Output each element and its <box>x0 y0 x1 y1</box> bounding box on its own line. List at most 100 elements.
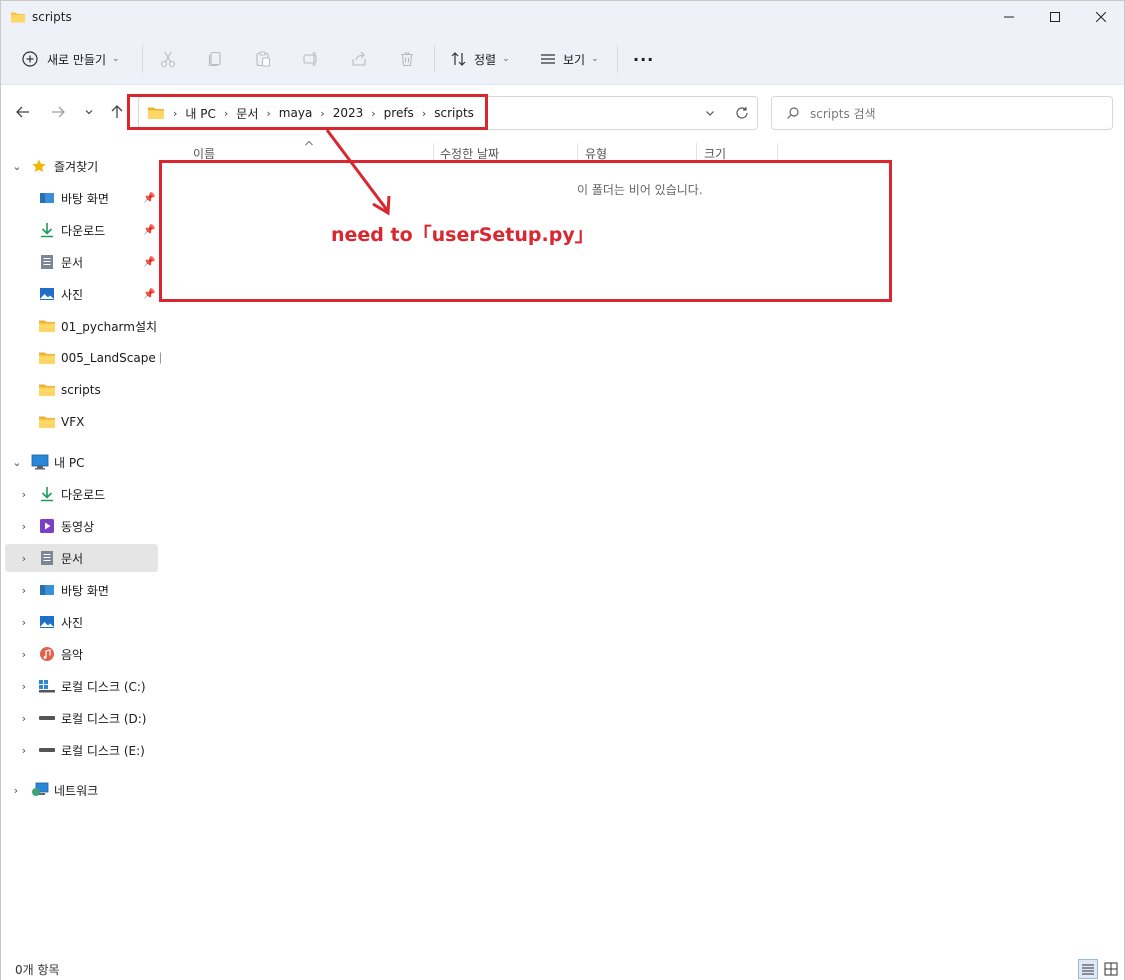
sidebar-item-desktop[interactable]: › 바탕 화면 <box>1 576 161 604</box>
sort-button[interactable]: 정렬 ⌄ <box>450 43 510 75</box>
sidebar-item-drive-d[interactable]: › 로컬 디스크 (D:) <box>1 704 161 732</box>
share-button[interactable] <box>350 43 368 75</box>
chevron-right-icon[interactable]: › <box>18 648 30 661</box>
folder-icon <box>38 349 56 367</box>
maximize-button[interactable] <box>1032 1 1078 33</box>
sidebar-item-folder[interactable]: 005_LandScape [M <box>1 344 161 372</box>
view-button[interactable]: 보기 ⌄ <box>539 43 599 75</box>
up-button[interactable] <box>105 100 129 124</box>
status-bar: 0개 항목 <box>1 957 1124 980</box>
chevron-right-icon[interactable]: › <box>18 488 30 501</box>
chevron-down-icon[interactable]: ⌄ <box>11 456 23 469</box>
refresh-icon[interactable] <box>735 106 749 120</box>
sidebar-item-pictures[interactable]: 사진 📌 <box>1 280 161 308</box>
more-options-button[interactable]: ··· <box>633 43 654 75</box>
sidebar-item-label: 005_LandScape [M <box>61 351 161 365</box>
column-header-label: 수정한 날짜 <box>440 146 500 161</box>
sidebar-item-pictures[interactable]: › 사진 <box>1 608 161 636</box>
chevron-down-icon: ⌄ <box>591 54 599 64</box>
sidebar-item-music[interactable]: › 음악 <box>1 640 161 668</box>
windows-drive-icon <box>38 677 56 695</box>
sidebar-item-documents[interactable]: › 문서 <box>5 544 158 572</box>
sidebar-item-label: 내 PC <box>54 455 85 470</box>
computer-icon <box>31 453 49 471</box>
sidebar-item-quick-access[interactable]: ⌄ 즐겨찾기 <box>1 152 161 180</box>
chevron-right-icon[interactable]: › <box>18 712 30 725</box>
sidebar-item-folder[interactable]: VFX <box>1 408 161 436</box>
sort-ascending-icon <box>305 140 313 146</box>
sidebar-item-label: 사진 <box>61 615 84 630</box>
chevron-right-icon[interactable]: › <box>18 744 30 757</box>
forward-button[interactable] <box>46 100 70 124</box>
chevron-down-icon <box>85 110 93 115</box>
sidebar-item-label: 다운로드 <box>61 487 106 502</box>
recent-locations-button[interactable] <box>77 100 101 124</box>
sidebar-item-label: 바탕 화면 <box>61 191 109 206</box>
sidebar-item-folder[interactable]: scripts <box>1 376 161 404</box>
sidebar-item-label: 음악 <box>61 647 84 662</box>
sidebar-item-label: 01_pycharm설치 ﹕ <box>61 319 161 334</box>
sidebar-item-label: 즐겨찾기 <box>54 159 99 174</box>
folder-icon <box>38 413 56 431</box>
sort-button-label: 정렬 <box>474 52 497 67</box>
sidebar-item-drive-e[interactable]: › 로컬 디스크 (E:) <box>1 736 161 764</box>
picture-icon <box>38 285 56 303</box>
chevron-down-icon[interactable] <box>705 108 715 118</box>
chevron-down-icon[interactable]: ⌄ <box>11 160 23 173</box>
chevron-right-icon[interactable]: › <box>18 552 30 565</box>
sidebar-item-videos[interactable]: › 동영상 <box>1 512 161 540</box>
details-view-button[interactable] <box>1078 959 1098 979</box>
more-icon: ··· <box>633 49 655 69</box>
column-header-label: 이름 <box>193 146 216 161</box>
sidebar-item-drive-c[interactable]: › 로컬 디스크 (C:) <box>1 672 161 700</box>
sidebar-item-label: 동영상 <box>61 519 95 534</box>
close-button[interactable] <box>1078 1 1124 33</box>
desktop-icon <box>38 189 56 207</box>
pin-icon: 📌 <box>143 224 156 236</box>
delete-button[interactable] <box>398 43 416 75</box>
sidebar-item-desktop[interactable]: 바탕 화면 📌 <box>1 184 161 212</box>
sidebar-item-downloads[interactable]: 다운로드 📌 <box>1 216 161 244</box>
share-icon <box>352 51 366 66</box>
sidebar-item-label: 문서 <box>61 255 84 270</box>
back-button[interactable] <box>11 100 35 124</box>
copy-button[interactable] <box>206 43 224 75</box>
sidebar-item-this-pc[interactable]: ⌄ 내 PC <box>1 448 161 476</box>
folder-icon <box>38 381 56 399</box>
folder-icon <box>38 317 56 335</box>
chevron-right-icon[interactable]: › <box>18 616 30 629</box>
paste-button[interactable] <box>254 43 272 75</box>
arrow-right-icon <box>52 106 65 118</box>
arrow-up-icon <box>111 105 123 118</box>
minimize-button[interactable] <box>986 1 1032 33</box>
music-icon <box>38 645 56 663</box>
desktop-icon <box>38 581 56 599</box>
new-button[interactable]: 새로 만들기 ⌄ <box>21 43 120 75</box>
sidebar-item-documents[interactable]: 문서 📌 <box>1 248 161 276</box>
sidebar-item-label: VFX <box>61 415 85 429</box>
rename-button[interactable] <box>302 43 320 75</box>
sidebar-item-network[interactable]: › 네트워크 <box>1 776 161 804</box>
chevron-right-icon[interactable]: › <box>18 520 30 533</box>
chevron-right-icon[interactable]: › <box>10 784 22 797</box>
sidebar-item-label: 로컬 디스크 (C:) <box>61 679 146 694</box>
copy-icon <box>208 51 221 67</box>
cut-button[interactable] <box>159 43 177 75</box>
clipboard-icon <box>256 51 271 67</box>
divider <box>617 45 618 73</box>
item-count: 0개 항목 <box>15 963 60 977</box>
sidebar-item-downloads[interactable]: › 다운로드 <box>1 480 161 508</box>
picture-icon <box>38 613 56 631</box>
chevron-right-icon[interactable]: › <box>18 680 30 693</box>
list-view-icon <box>541 54 555 64</box>
network-icon <box>31 781 49 799</box>
search-input[interactable]: scripts 검색 <box>771 96 1113 130</box>
chevron-right-icon[interactable]: › <box>18 584 30 597</box>
pin-icon: 📌 <box>143 192 156 204</box>
search-icon <box>787 107 799 119</box>
sort-icon <box>451 52 466 66</box>
pin-icon: 📌 <box>143 288 156 300</box>
sidebar-item-folder[interactable]: 01_pycharm설치 ﹕ <box>1 312 161 340</box>
download-icon <box>38 221 56 239</box>
tiles-view-button[interactable] <box>1101 959 1121 979</box>
